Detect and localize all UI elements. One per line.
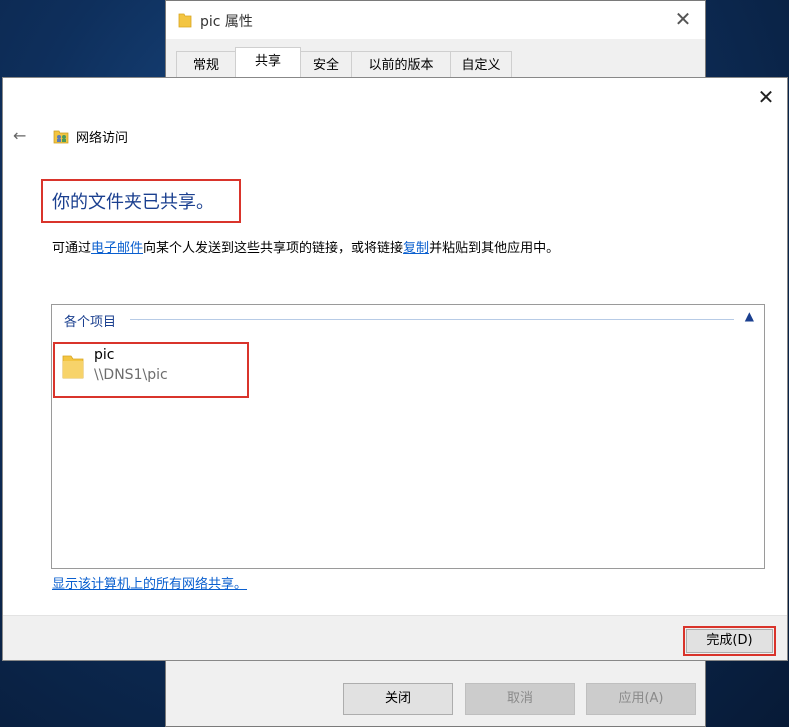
- chevron-up-icon[interactable]: ▲: [745, 309, 754, 323]
- done-button[interactable]: 完成(D): [686, 629, 773, 653]
- back-arrow-icon[interactable]: ←: [13, 126, 26, 145]
- tab-previous-versions[interactable]: 以前的版本: [351, 51, 451, 79]
- list-item-name[interactable]: pic: [94, 347, 114, 363]
- description-text: 可通过电子邮件向某个人发送到这些共享项的链接，或将链接复制并粘贴到其他应用中。: [52, 237, 559, 256]
- cancel-button[interactable]: 取消: [465, 683, 575, 715]
- close-icon[interactable]: ✕: [755, 86, 777, 108]
- close-icon[interactable]: ✕: [671, 7, 695, 31]
- folder-icon: [178, 13, 192, 28]
- network-share-icon: [53, 130, 69, 144]
- tab-security[interactable]: 安全: [300, 51, 352, 79]
- group-header-divider: [130, 319, 734, 320]
- close-button[interactable]: 关闭: [343, 683, 453, 715]
- tab-sharing[interactable]: 共享: [235, 47, 301, 79]
- group-header-label: 各个项目: [64, 315, 117, 330]
- tab-general[interactable]: 常规: [176, 51, 236, 79]
- email-link[interactable]: 电子邮件: [91, 241, 143, 256]
- description-part-1: 可通过: [52, 241, 92, 256]
- description-part-2: 向某个人发送到这些共享项的链接，或将链接: [143, 241, 404, 256]
- copy-link[interactable]: 复制: [403, 241, 429, 256]
- shared-items-list: 各个项目 ▲ pic \\DNS1\pic: [51, 304, 765, 569]
- nav-title: 网络访问: [76, 131, 129, 146]
- folder-icon: [62, 355, 84, 379]
- description-part-3: 并粘贴到其他应用中。: [429, 241, 560, 256]
- page-title: 你的文件夹已共享。: [52, 192, 214, 213]
- tab-customize[interactable]: 自定义: [450, 51, 512, 79]
- network-access-dialog: ✕ ← 网络访问 你的文件夹已共享。 可通过电子邮件向某个人发送到这些共享项的链…: [2, 77, 788, 661]
- show-all-shares-link[interactable]: 显示该计算机上的所有网络共享。: [52, 573, 247, 592]
- properties-title: pic 属性: [200, 14, 253, 30]
- dialog-footer: 完成(D): [3, 615, 787, 660]
- properties-titlebar: pic 属性 ✕: [166, 1, 705, 39]
- apply-button[interactable]: 应用(A): [586, 683, 696, 715]
- list-item-path[interactable]: \\DNS1\pic: [94, 367, 168, 383]
